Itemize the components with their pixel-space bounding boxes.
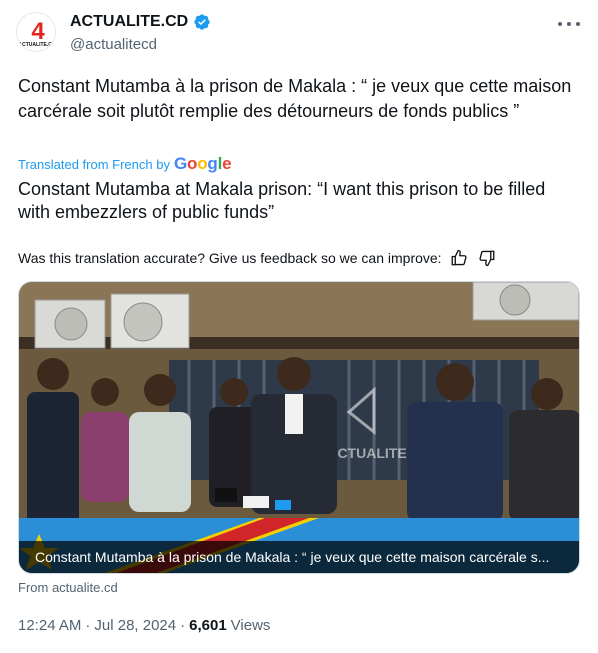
avatar[interactable]: 4 ACTUALITE.CD	[16, 12, 56, 52]
translated-by-link[interactable]: Translated from French by Google	[18, 154, 232, 174]
press-conference-photo: ACTUALITE	[19, 282, 579, 573]
handle[interactable]: @actualitecd	[70, 36, 157, 53]
meta-separator: ·	[180, 617, 186, 634]
translation-feedback: Was this translation accurate? Give us f…	[18, 247, 498, 269]
feedback-prompt: Was this translation accurate? Give us f…	[18, 250, 442, 266]
media-card[interactable]: ACTUALITE Constant Mutamba à la prison d…	[18, 281, 580, 574]
more-options-icon[interactable]	[558, 16, 580, 32]
thumbs-up-icon[interactable]	[448, 247, 470, 269]
media-caption: Constant Mutamba à la prison de Makala :…	[19, 541, 579, 573]
actualite-logo: 4 ACTUALITE.CD	[17, 13, 56, 51]
svg-text:ACTUALITE.CD: ACTUALITE.CD	[19, 42, 56, 48]
svg-text:4: 4	[31, 18, 45, 45]
google-logo: Google	[173, 154, 232, 173]
tweet-meta: 12:24 AM · Jul 28, 2024 · 6,601 Views	[18, 617, 270, 634]
tweet-time[interactable]: 12:24 AM	[18, 617, 81, 634]
source-link[interactable]: From actualite.cd	[18, 580, 118, 595]
meta-separator: ·	[85, 617, 91, 634]
tweet-date[interactable]: Jul 28, 2024	[94, 617, 176, 634]
verified-badge-icon	[194, 14, 210, 30]
tweet-original-text: Constant Mutamba à la prison de Makala :…	[18, 76, 572, 121]
watermark-text: ACTUALITE	[327, 445, 406, 461]
tweet-translated-text: Constant Mutamba at Makala prison: “I wa…	[18, 179, 546, 222]
display-name[interactable]: ACTUALITE.CD	[70, 13, 188, 31]
thumbs-down-icon[interactable]	[476, 247, 498, 269]
views-count: 6,601	[189, 617, 227, 634]
views-label: Views	[230, 617, 271, 634]
translated-label: Translated from French by	[18, 156, 170, 172]
